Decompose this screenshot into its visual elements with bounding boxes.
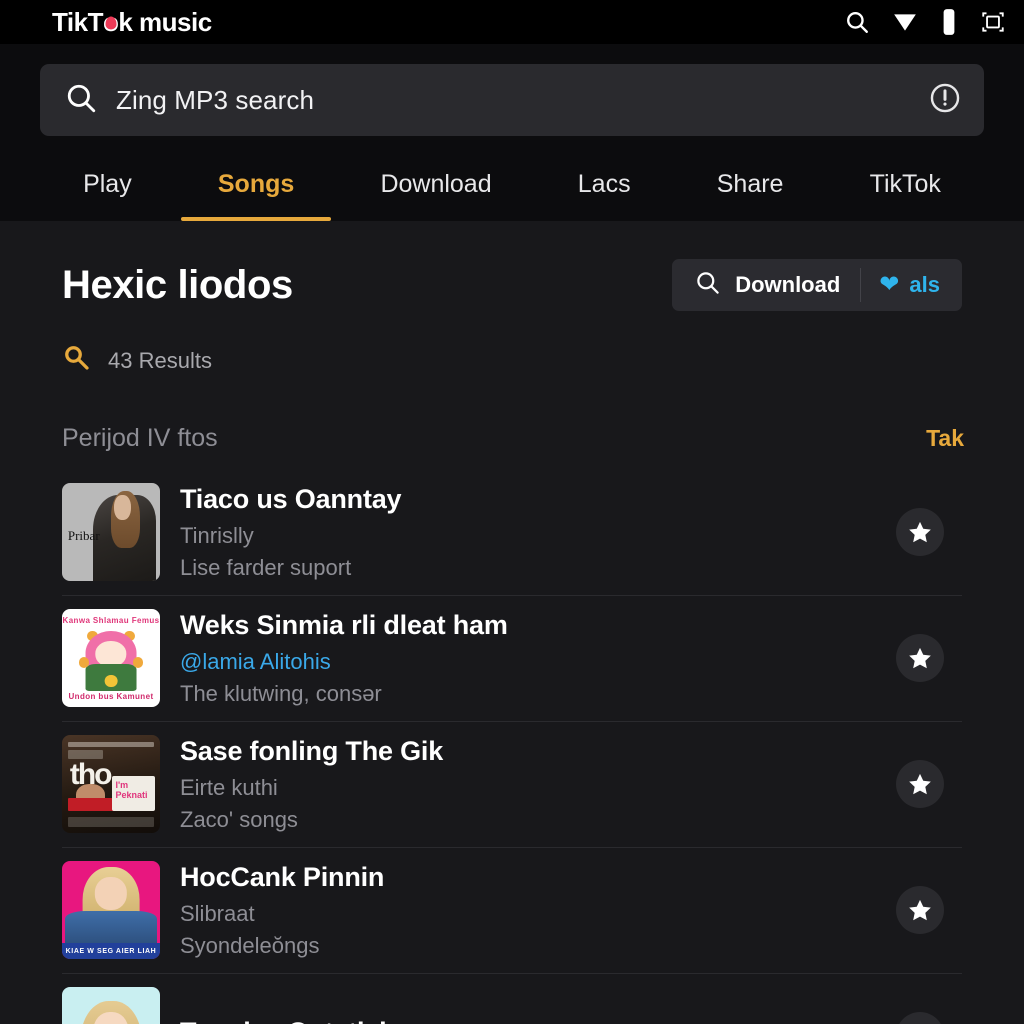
- battery-icon: [940, 8, 958, 36]
- als-button[interactable]: ❤ als: [861, 259, 962, 311]
- list-item-meta: HocCank Pinnin Slibraat Syondeleŏngs: [160, 862, 896, 959]
- tab-songs[interactable]: Songs: [175, 170, 338, 221]
- system-icons: [844, 8, 1006, 36]
- search-input[interactable]: [116, 84, 928, 116]
- list-item[interactable]: KIAE W SEG AIER LIAH HocCank Pinnin Slib…: [40, 847, 984, 973]
- thumbnail: Kanwa Shlamau Femus Undon bus Kamunet: [62, 609, 160, 707]
- thumbnail-banner: KIAE W SEG AIER LIAH: [62, 943, 160, 959]
- als-button-label: als: [909, 272, 940, 297]
- thumbnail: tho I'm Peknati: [62, 735, 160, 833]
- star-icon[interactable]: [896, 508, 944, 556]
- thumbnail: [62, 987, 160, 1024]
- tab-lacs[interactable]: Lacs: [535, 170, 674, 221]
- search-icon[interactable]: [844, 9, 870, 35]
- list-item-title: HocCank Pinnin: [180, 861, 385, 892]
- magnifier-gold-icon: [62, 343, 92, 378]
- list-item-meta: Tiaco us Oanntay Tinrislly Lise farder s…: [160, 484, 896, 581]
- thumbnail-top-text: Kanwa Shlamau Femus: [62, 615, 160, 625]
- status-bar: TikT o k music: [0, 0, 1024, 44]
- list-item-meta: Sase fonling The Gik Eirte kuthi Zaco' s…: [160, 736, 896, 833]
- brand-suffix: k music: [118, 6, 212, 37]
- section-header: Perijod IV ftos Tak: [40, 378, 984, 453]
- thumbnail-note: I'm Peknati: [115, 779, 148, 800]
- list-item[interactable]: Pribar Tiaco us Oanntay Tinrislly Lise f…: [40, 469, 984, 595]
- mic-circle-icon[interactable]: [928, 81, 962, 120]
- search-section: [0, 44, 1024, 136]
- list-item-meta: Weks Sinmia rli dleat ham @lamia Alitohi…: [160, 610, 896, 707]
- list-item-subtitle: Slibraat: [180, 900, 255, 926]
- results-count: 43 Results: [108, 347, 212, 373]
- download-triangle-icon: [892, 9, 918, 35]
- page-title: Hexic liodos: [62, 262, 293, 307]
- list-item[interactable]: Kanwa Shlamau Femus Undon bus Kamunet We…: [40, 595, 984, 721]
- download-button[interactable]: Download: [672, 259, 860, 311]
- app-brand: TikT o k music: [52, 7, 212, 38]
- list-item[interactable]: tho I'm Peknati Sase fonling The Gik Eir…: [40, 721, 984, 847]
- download-button-label: Download: [735, 272, 841, 297]
- list-item[interactable]: Tarmies Qutatisk: [40, 973, 984, 1024]
- list-item-subtitle: Eirte kuthi: [180, 774, 278, 800]
- tab-share[interactable]: Share: [674, 170, 827, 221]
- brand-prefix: TikT: [52, 6, 103, 37]
- brand-o-dot: o: [102, 6, 119, 37]
- search-bar[interactable]: [40, 64, 984, 136]
- list-item-meta: Tarmies Qutatisk: [160, 1017, 896, 1024]
- list-item-handle-link[interactable]: @lamia Alitohis: [180, 649, 896, 675]
- list-item-title: Tarmies Qutatisk: [180, 1017, 896, 1024]
- thumbnail: KIAE W SEG AIER LIAH: [62, 861, 160, 959]
- section-title: Perijod IV ftos: [62, 424, 218, 452]
- star-icon[interactable]: [896, 886, 944, 934]
- list-item-subtitle: Tinrislly: [180, 522, 254, 548]
- results-row: 43 Results: [40, 311, 984, 378]
- star-icon[interactable]: [896, 1012, 944, 1024]
- search-icon: [64, 81, 98, 120]
- tab-tiktok[interactable]: TikTok: [827, 170, 984, 221]
- list-item-description: Syondeleŏngs: [180, 932, 320, 958]
- tab-bar: Play Songs Download Lacs Share TikTok: [0, 136, 1024, 221]
- star-icon[interactable]: [896, 760, 944, 808]
- section-action-link[interactable]: Tak: [926, 425, 964, 452]
- song-list: Pribar Tiaco us Oanntay Tinrislly Lise f…: [40, 469, 984, 1024]
- search-icon: [694, 269, 721, 302]
- main-content: Hexic liodos Download ❤ als 43 Results P…: [0, 221, 1024, 1024]
- heart-icon: ❤: [879, 271, 900, 298]
- page-header: Hexic liodos Download ❤ als: [40, 221, 984, 311]
- thumbnail: Pribar: [62, 483, 160, 581]
- list-item-description: The klutwing, consər: [180, 680, 382, 706]
- header-actions: Download ❤ als: [672, 259, 962, 311]
- screenshot-frame-icon[interactable]: [980, 9, 1006, 35]
- tab-play[interactable]: Play: [40, 170, 175, 221]
- list-item-title: Weks Sinmia rli dleat ham: [180, 609, 508, 640]
- tab-download[interactable]: Download: [337, 170, 534, 221]
- list-item-title: Tiaco us Oanntay: [180, 483, 402, 514]
- thumbnail-label: Pribar: [67, 528, 100, 544]
- thumbnail-bottom-text: Undon bus Kamunet: [68, 692, 154, 702]
- list-item-description: Zaco' songs: [180, 806, 298, 832]
- list-item-title: Sase fonling The Gik: [180, 735, 444, 766]
- list-item-description: Lise farder suport: [180, 554, 352, 580]
- star-icon[interactable]: [896, 634, 944, 682]
